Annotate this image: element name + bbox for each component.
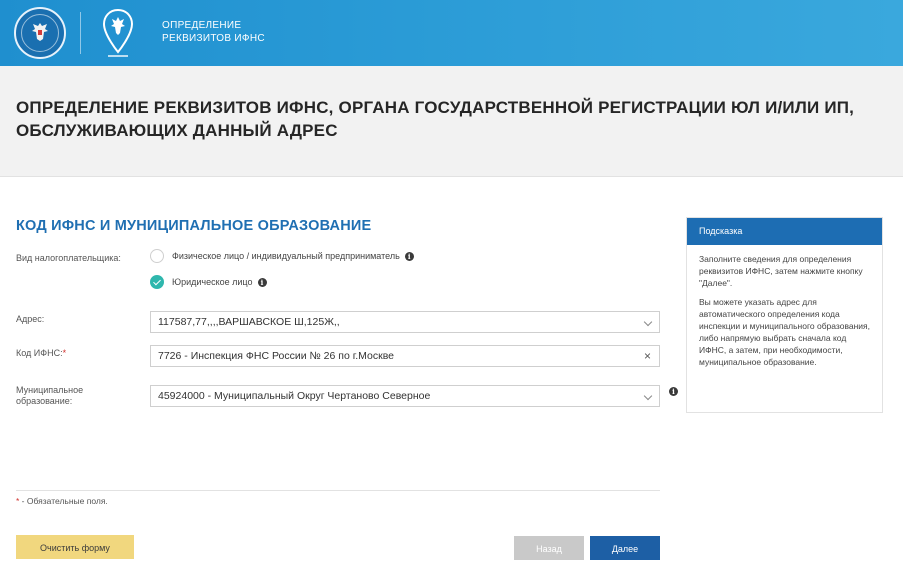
service-name[interactable]: Определение реквизитов ИФНС: [162, 19, 282, 45]
radio-legal-entity[interactable]: Юридическое лицо i: [150, 274, 267, 290]
address-value: 117587,77,,,,ВАРШАВСКОЕ Ш,125Ж,,: [158, 316, 340, 328]
info-icon[interactable]: i: [669, 387, 678, 396]
radio-legal-entity-button[interactable]: [150, 275, 164, 289]
ifns-code-label-text: Код ИФНС:: [16, 348, 63, 358]
next-button[interactable]: Далее: [590, 536, 660, 560]
eagle-icon: [32, 23, 48, 41]
radio-individual-label[interactable]: Физическое лицо / индивидуальный предпри…: [172, 251, 400, 261]
required-mark: *: [62, 348, 67, 358]
back-button[interactable]: Назад: [514, 536, 584, 560]
info-icon[interactable]: i: [404, 251, 414, 261]
hint-title: Подсказка: [687, 218, 882, 245]
ifns-code-select[interactable]: 7726 - Инспекция ФНС России № 26 по г.Мо…: [150, 345, 660, 367]
hint-paragraph: Заполните сведения для определения рекви…: [699, 254, 863, 288]
required-note: * - Обязательные поля.: [16, 496, 108, 506]
form-divider: [16, 490, 660, 491]
location-pin-logo-icon[interactable]: [100, 6, 136, 60]
radio-legal-entity-label[interactable]: Юридическое лицо: [172, 277, 253, 287]
chevron-down-icon[interactable]: [643, 317, 653, 327]
logo-separator: [80, 12, 81, 54]
required-note-text: - Обязательные поля.: [19, 496, 108, 506]
radio-individual-button[interactable]: [150, 249, 164, 263]
taxpayer-type-label: Вид налогоплательщика:: [16, 253, 121, 263]
address-label: Адрес:: [16, 314, 45, 324]
chevron-down-icon[interactable]: [643, 391, 653, 401]
page-title: Определение реквизитов ИФНС, органа госу…: [16, 98, 855, 140]
municipality-value: 45924000 - Муниципальный Округ Чертаново…: [158, 390, 431, 402]
address-select[interactable]: 117587,77,,,,ВАРШАВСКОЕ Ш,125Ж,,: [150, 311, 660, 333]
hint-paragraph: Вы можете указать адрес для автоматическ…: [699, 297, 871, 367]
clear-icon[interactable]: ×: [644, 346, 651, 366]
ifns-code-value: 7726 - Инспекция ФНС России № 26 по г.Мо…: [158, 350, 395, 362]
hint-panel: Подсказка Заполните сведения для определ…: [686, 217, 883, 413]
ifns-code-label: Код ИФНС:*: [16, 348, 66, 359]
section-title: Код ИФНС и муниципальное образование: [16, 218, 372, 234]
municipality-label: Муниципальное образование:: [16, 385, 84, 406]
fns-emblem-logo[interactable]: [14, 7, 66, 59]
title-band: Определение реквизитов ИФНС, органа госу…: [0, 66, 903, 177]
info-icon[interactable]: i: [257, 277, 267, 287]
hint-body: Заполните сведения для определения рекви…: [687, 245, 882, 383]
radio-individual[interactable]: Физическое лицо / индивидуальный предпри…: [150, 248, 414, 264]
top-header: Определение реквизитов ИФНС: [0, 0, 903, 66]
clear-form-button[interactable]: Очистить форму: [16, 535, 134, 559]
municipality-select[interactable]: 45924000 - Муниципальный Округ Чертаново…: [150, 385, 660, 407]
